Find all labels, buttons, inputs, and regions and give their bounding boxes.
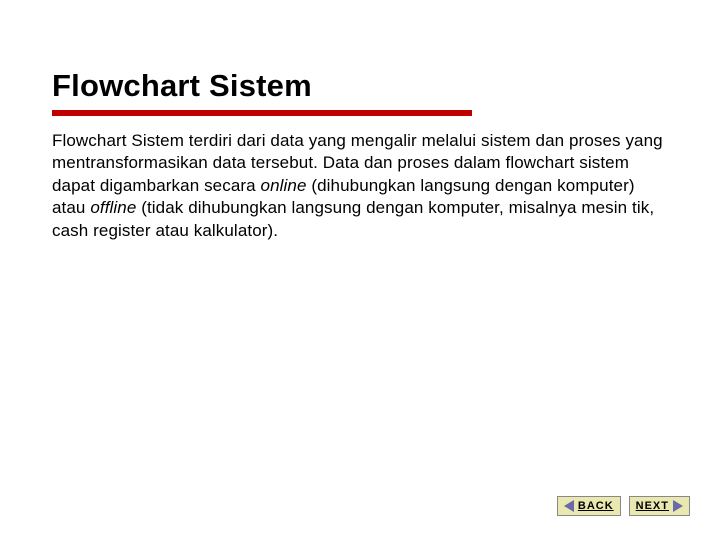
arrow-left-icon	[564, 500, 574, 512]
back-label: BACK	[578, 500, 614, 512]
next-button[interactable]: NEXT	[629, 496, 690, 516]
back-button[interactable]: BACK	[557, 496, 621, 516]
body-paragraph: Flowchart Sistem terdiri dari data yang …	[52, 130, 668, 242]
italic-offline: offline	[90, 198, 136, 217]
title-underline	[52, 110, 472, 116]
nav-buttons: BACK NEXT	[557, 496, 690, 516]
arrow-right-icon	[673, 500, 683, 512]
slide: Flowchart Sistem Flowchart Sistem terdir…	[0, 0, 720, 540]
italic-online: online	[261, 176, 307, 195]
next-label: NEXT	[636, 500, 669, 512]
body-text-3: (tidak dihubungkan langsung dengan kompu…	[52, 198, 654, 239]
page-title: Flowchart Sistem	[52, 68, 668, 104]
